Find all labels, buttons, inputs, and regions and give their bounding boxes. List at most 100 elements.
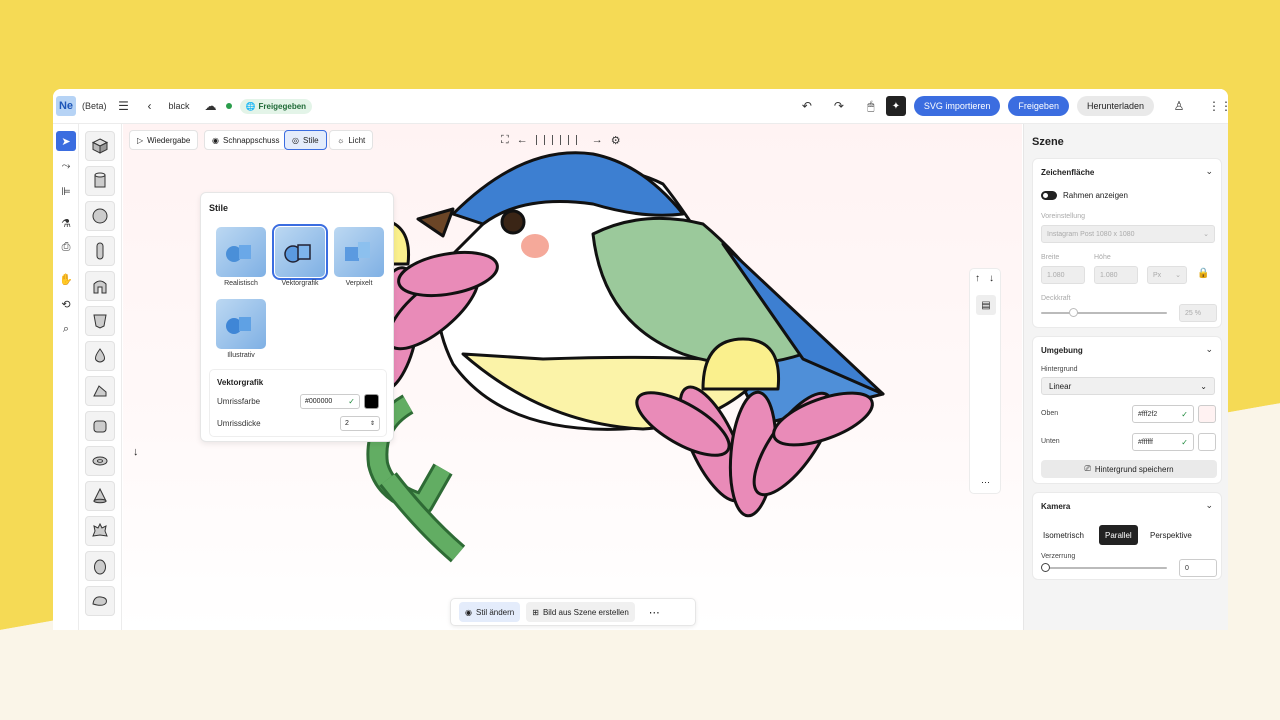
app-logo[interactable]: Ne: [56, 96, 76, 116]
preset-label: Voreinstellung: [1041, 213, 1085, 220]
user-icon[interactable]: ♙: [1172, 99, 1186, 113]
shared-label: Freigegeben: [258, 101, 307, 111]
select-tool-icon[interactable]: ➤: [56, 131, 76, 151]
stepper-icon[interactable]: ⇕: [370, 420, 375, 427]
bottom-color-input[interactable]: #ffffff ✓: [1132, 433, 1194, 451]
opacity-label: Deckkraft: [1041, 295, 1071, 302]
image-add-icon: ⊞: [532, 607, 539, 617]
styles-panel-title: Stile: [209, 203, 229, 213]
opacity-slider-knob[interactable]: [1069, 308, 1078, 317]
shape-arch-button[interactable]: [85, 271, 115, 301]
shape-egg-button[interactable]: [85, 551, 115, 581]
arrow-right-icon[interactable]: →: [592, 134, 603, 146]
shape-capsule-button[interactable]: [85, 236, 115, 266]
distortion-input[interactable]: 0: [1179, 559, 1217, 577]
playback-button[interactable]: ▷ Wiedergabe: [129, 130, 199, 150]
shape-cone-button[interactable]: [85, 481, 115, 511]
distortion-slider[interactable]: [1041, 567, 1167, 569]
width-input[interactable]: 1.080: [1041, 266, 1085, 284]
check-icon: ✓: [348, 397, 355, 406]
shape-wedge-button[interactable]: [85, 376, 115, 406]
chevron-down-icon[interactable]: ⌄: [1205, 344, 1213, 355]
camera-isometric-button[interactable]: Isometrisch: [1037, 525, 1090, 545]
arrow-down-icon[interactable]: ↓: [133, 446, 139, 458]
image-from-scene-button[interactable]: ⊞ Bild aus Szene erstellen: [526, 602, 635, 622]
opacity-input[interactable]: 25 %: [1179, 304, 1217, 322]
camera-parallel-button[interactable]: Parallel: [1099, 525, 1138, 545]
shape-cylinder-button[interactable]: [85, 166, 115, 196]
print-tool-icon[interactable]: ⎙: [56, 237, 76, 257]
align-tool-icon[interactable]: ⊫: [56, 181, 76, 201]
shape-cube-button[interactable]: [85, 131, 115, 161]
shape-sphere-button[interactable]: [85, 201, 115, 231]
bottom-action-bar: ◉ Stil ändern ⊞ Bild aus Szene erstellen…: [450, 598, 696, 626]
path-tool-icon[interactable]: ⤳: [56, 156, 76, 176]
fit-frame-icon[interactable]: ⛶: [501, 134, 509, 147]
undo-icon[interactable]: ↶: [800, 99, 814, 113]
hand-tool-icon[interactable]: ✋: [56, 269, 76, 289]
lock-icon[interactable]: 🔒: [1197, 268, 1209, 279]
zoom-tool-icon[interactable]: ⌕: [56, 319, 76, 339]
save-background-button[interactable]: ⎚ Hintergrund speichern: [1041, 460, 1217, 478]
style-label-vector: Vektorgrafik: [281, 280, 319, 287]
style-card-illustrative[interactable]: [216, 299, 266, 349]
shape-star-button[interactable]: [85, 516, 115, 546]
outline-width-stepper[interactable]: 2 ⇕: [340, 416, 380, 431]
arrow-up-icon[interactable]: ↑: [975, 273, 980, 284]
more-options-icon[interactable]: ⋯: [981, 477, 990, 488]
bottom-color-swatch[interactable]: [1198, 433, 1216, 451]
shape-blob-button[interactable]: [85, 586, 115, 616]
share-button[interactable]: Freigeben: [1008, 96, 1069, 116]
camera-perspective-button[interactable]: Perspektive: [1144, 525, 1198, 545]
height-input[interactable]: 1.080: [1094, 266, 1138, 284]
camera-settings-icon[interactable]: ⚙: [611, 134, 621, 147]
styles-button[interactable]: ◎ Stile: [284, 130, 327, 150]
material-tool-icon[interactable]: ⚗: [56, 213, 76, 233]
apps-grid-icon[interactable]: ⋮⋮: [1208, 99, 1228, 113]
shape-torus-button[interactable]: [85, 446, 115, 476]
mouse-icon[interactable]: 🖱: [864, 99, 878, 114]
shape-rounded-cube-button[interactable]: [85, 411, 115, 441]
style-card-pixelated[interactable]: [334, 227, 384, 277]
left-tool-bar: ➤ ⤳ ⊫ ⚗ ⎙ ✋ ⟲ ⌕: [53, 124, 79, 630]
file-name[interactable]: black: [169, 101, 190, 111]
top-color-swatch[interactable]: [1198, 405, 1216, 423]
arrow-left-icon[interactable]: ←: [517, 134, 528, 146]
outline-color-swatch[interactable]: [364, 394, 379, 409]
import-svg-button[interactable]: SVG importieren: [913, 96, 1001, 116]
orbit-tool-icon[interactable]: ⟲: [56, 294, 76, 314]
unit-select[interactable]: Px ⌄: [1147, 266, 1187, 284]
chevron-down-icon[interactable]: ⌄: [1205, 500, 1213, 511]
background-select[interactable]: Linear ⌄: [1041, 377, 1215, 395]
style-card-vector[interactable]: [272, 224, 328, 280]
snapshot-button[interactable]: ◉ Schnappschuss: [204, 130, 288, 150]
redo-icon[interactable]: ↷: [832, 99, 846, 113]
top-color-input[interactable]: #fff2f2 ✓: [1132, 405, 1194, 423]
menu-icon[interactable]: ☰: [117, 99, 131, 113]
pixelated-style-icon: [345, 242, 370, 261]
outline-color-input[interactable]: #000000 ✓: [300, 394, 360, 409]
timeline-scrubber[interactable]: [535, 135, 584, 145]
scene-canvas[interactable]: ▷ Wiedergabe ◉ Schnappschuss ◎ Stile ☼ L…: [123, 124, 1022, 630]
distortion-slider-knob[interactable]: [1041, 563, 1050, 572]
download-button[interactable]: Herunterladen: [1076, 96, 1154, 116]
style-card-realistic[interactable]: [216, 227, 266, 277]
more-icon[interactable]: ⋯: [649, 606, 660, 619]
magic-tool-icon[interactable]: ✦: [885, 96, 906, 116]
image-from-scene-label: Bild aus Szene erstellen: [542, 607, 629, 617]
egg-icon: [94, 559, 106, 575]
chevron-down-icon: ⌄: [1203, 231, 1209, 238]
light-button[interactable]: ☼ Licht: [329, 130, 374, 150]
arrow-down-small-icon[interactable]: ↓: [989, 273, 994, 284]
show-frame-toggle[interactable]: [1041, 191, 1057, 200]
change-style-button[interactable]: ◉ Stil ändern: [459, 602, 521, 622]
layers-icon[interactable]: ▤: [976, 295, 996, 315]
opacity-slider[interactable]: [1041, 312, 1167, 314]
cloud-icon: ☁: [204, 99, 217, 113]
shape-shield-button[interactable]: [85, 306, 115, 336]
chevron-down-icon[interactable]: ⌄: [1205, 166, 1213, 177]
preset-select[interactable]: Instagram Post 1080 x 1080 ⌄: [1041, 225, 1215, 243]
shared-badge[interactable]: 🌐 Freigegeben: [239, 98, 313, 114]
back-icon[interactable]: ‹: [143, 99, 157, 113]
shape-drop-button[interactable]: [85, 341, 115, 371]
